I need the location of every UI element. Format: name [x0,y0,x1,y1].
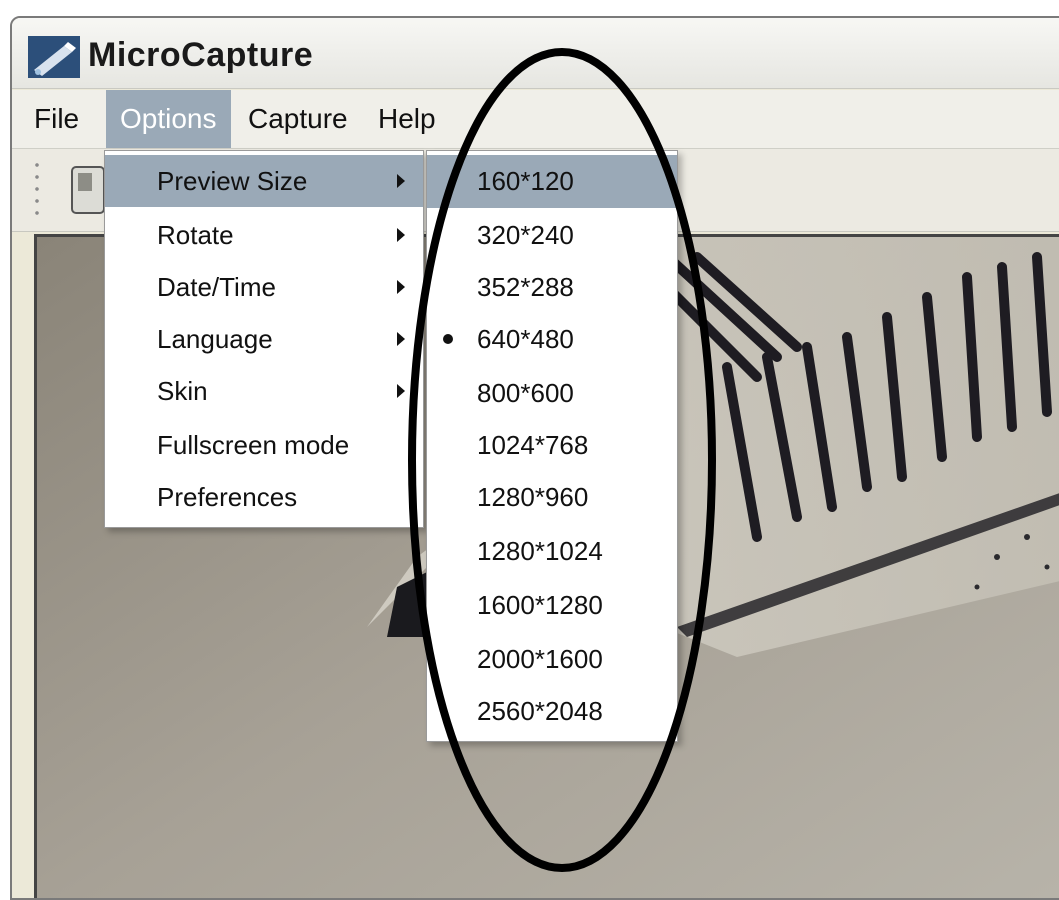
size-option-2000x1600[interactable]: 2000*1600 [427,633,677,686]
menu-item-label: Rotate [157,220,234,250]
window-title: MicroCapture [88,36,314,74]
menu-item-label: Preferences [157,482,298,512]
menu-item-label: Skin [157,376,208,406]
menu-bar: File Options Capture Help [12,90,1059,149]
toolbar-grip-icon[interactable] [34,159,40,219]
size-option-800x600[interactable]: 800*600 [427,367,677,420]
size-option-352x288[interactable]: 352*288 [427,261,677,314]
submenu-arrow-icon [397,280,405,294]
submenu-arrow-icon [397,174,405,188]
size-option-1280x960[interactable]: 1280*960 [427,471,677,524]
size-option-1600x1280[interactable]: 1600*1280 [427,579,677,632]
preview-size-submenu: 160*120 320*240 352*288 640*480 800*600 … [426,150,678,742]
submenu-arrow-icon [397,228,405,242]
capture-device-icon[interactable] [68,163,108,217]
menu-capture[interactable]: Capture [234,90,362,148]
options-menu: Preview Size Rotate Date/Time Language S… [104,150,424,528]
submenu-arrow-icon [397,384,405,398]
menu-item-label: Fullscreen mode [157,430,350,460]
menu-item-rotate[interactable]: Rotate [105,209,423,261]
menu-item-label: Date/Time [157,272,276,302]
selected-radio-icon [443,334,453,344]
microscope-app-icon [28,36,80,78]
menu-item-label: Language [157,324,273,354]
size-option-1280x1024[interactable]: 1280*1024 [427,525,677,578]
menu-item-skin[interactable]: Skin [105,365,423,417]
size-option-320x240[interactable]: 320*240 [427,209,677,262]
menu-file[interactable]: File [20,90,93,148]
menu-item-preferences[interactable]: Preferences [105,471,423,523]
menu-item-preview-size[interactable]: Preview Size [105,155,423,207]
menu-item-label: Preview Size [157,166,308,196]
size-option-2560x2048[interactable]: 2560*2048 [427,685,677,738]
menu-item-language[interactable]: Language [105,313,423,365]
menu-options[interactable]: Options [106,90,231,148]
size-option-160x120[interactable]: 160*120 [427,155,677,208]
menu-item-date-time[interactable]: Date/Time [105,261,423,313]
size-option-label: 640*480 [477,324,574,354]
menu-help[interactable]: Help [364,90,450,148]
submenu-arrow-icon [397,332,405,346]
size-option-1024x768[interactable]: 1024*768 [427,419,677,472]
title-bar: MicroCapture [12,18,1059,89]
menu-item-fullscreen-mode[interactable]: Fullscreen mode [105,419,423,471]
size-option-640x480[interactable]: 640*480 [427,313,677,366]
